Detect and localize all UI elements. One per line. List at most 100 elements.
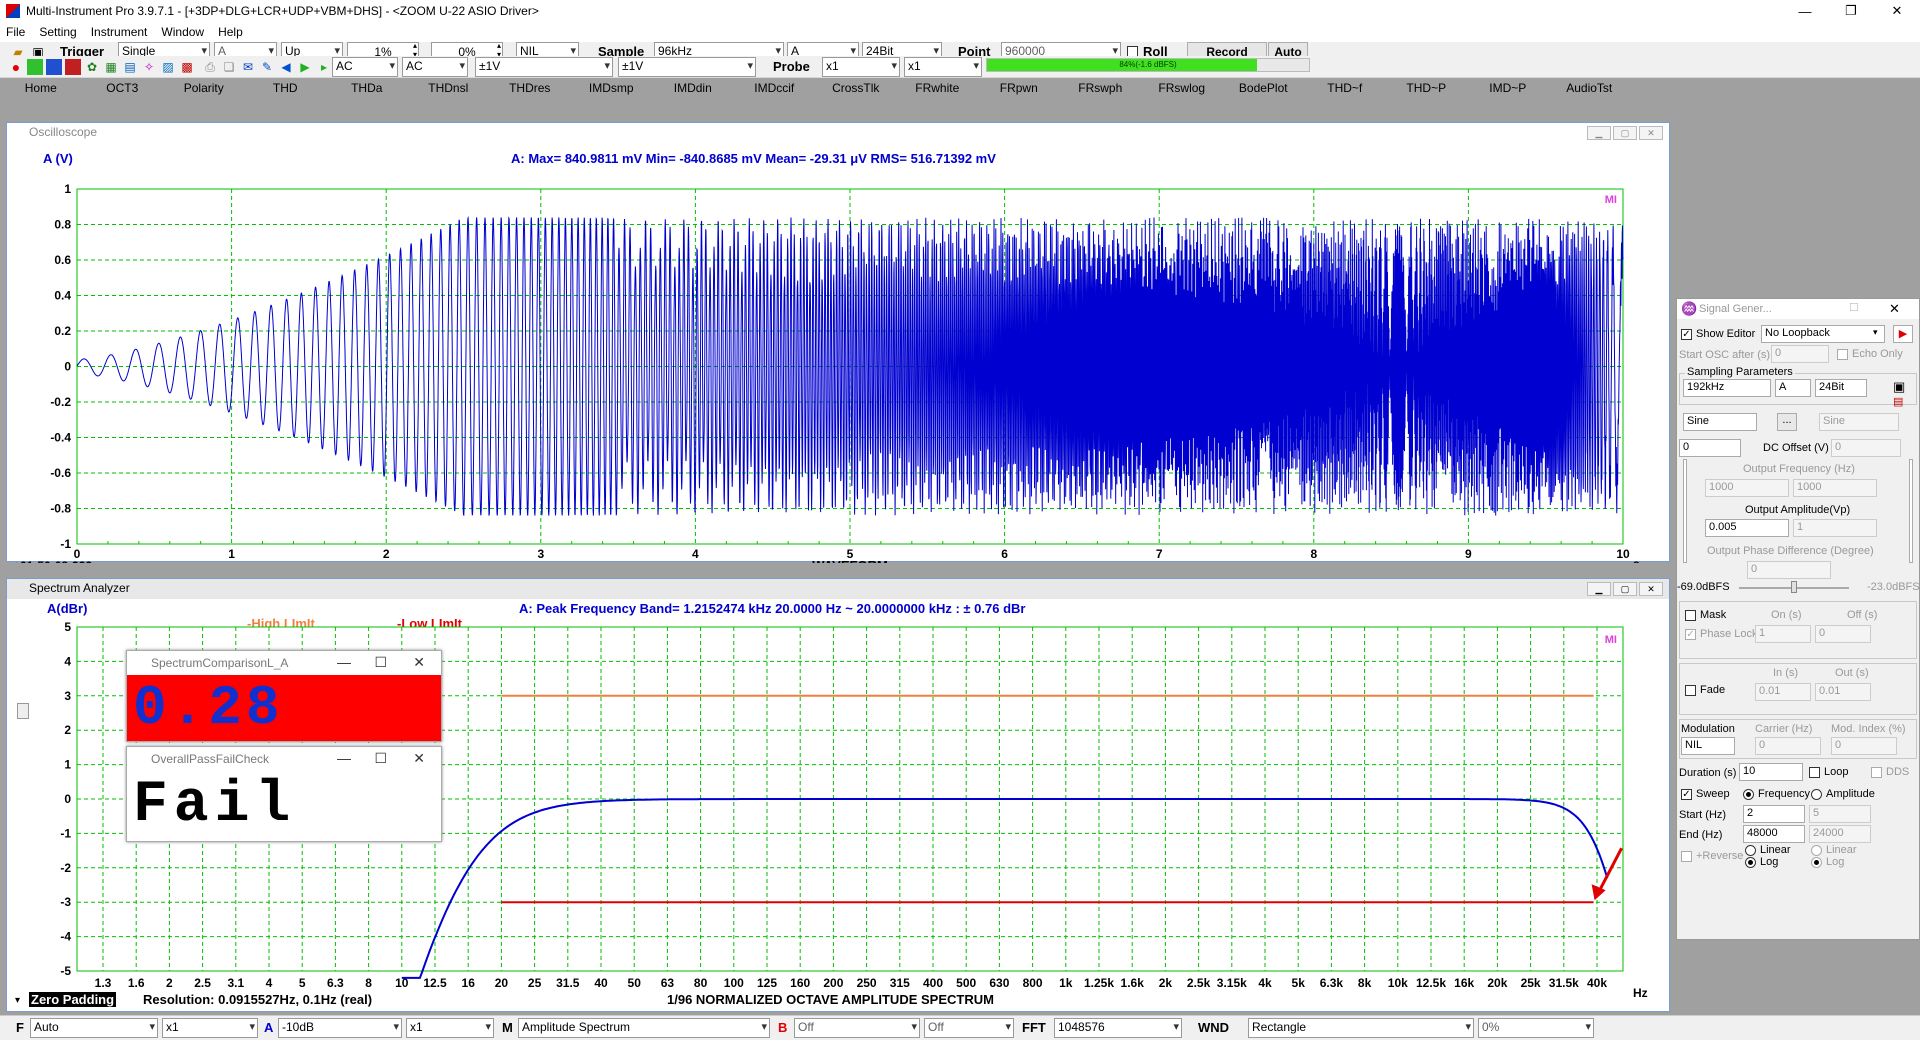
mask-off-input[interactable]: 0 [1815, 625, 1871, 643]
minimize-button[interactable]: — [1782, 0, 1828, 22]
step-icon[interactable]: ▸ [316, 59, 332, 75]
tab-frswlog[interactable]: FRswlog [1141, 78, 1223, 98]
sweep-frequency-radio[interactable] [1743, 789, 1754, 800]
fade-in-input[interactable]: 0.01 [1755, 683, 1811, 701]
counter-icon[interactable]: ✧ [141, 59, 157, 75]
b-select[interactable]: Off [794, 1018, 920, 1038]
tab-frpwn[interactable]: FRpwn [978, 78, 1060, 98]
tab-home[interactable]: Home [0, 78, 82, 98]
dmm-icon[interactable]: ▤ [122, 59, 138, 75]
overlap-select[interactable]: 0% [1478, 1018, 1594, 1038]
amplitude-a-slider[interactable] [1683, 459, 1687, 563]
restore-button[interactable]: ❐ [1828, 0, 1874, 22]
modulation-select[interactable]: NIL [1681, 737, 1735, 755]
siggen-maximize-icon[interactable]: ☐ [1849, 301, 1859, 314]
osc-close-button[interactable]: ✕ [1639, 126, 1663, 140]
waveform-a-select[interactable]: Sine [1683, 413, 1757, 431]
range-b-select[interactable]: ±1V [618, 57, 756, 77]
copy-icon[interactable]: ❏ [221, 59, 237, 75]
loop-checkbox[interactable] [1809, 767, 1820, 778]
f-auto-select[interactable]: Auto [30, 1018, 158, 1038]
dc-offset-a-input[interactable]: 0 [1679, 439, 1741, 457]
spec-scroll-down-icon[interactable]: ▾ [15, 995, 20, 1006]
oscilloscope-plot[interactable]: 10.80.60.40.20-0.2-0.4-0.6-0.8-10 1 2 3 4 5 6 7… [7, 163, 1669, 563]
siggen-close-icon[interactable]: ✕ [1889, 301, 1900, 317]
spec-close-button[interactable]: ✕ [1639, 582, 1663, 596]
menu-setting[interactable]: Setting [39, 25, 76, 39]
siggen-play-button[interactable]: ▶ [1893, 325, 1913, 343]
log-b-radio[interactable] [1811, 857, 1822, 868]
mask-on-input[interactable]: 1 [1755, 625, 1811, 643]
waveform-editor-button[interactable]: ... [1777, 413, 1797, 431]
tab-imddin[interactable]: IMDdin [652, 78, 734, 98]
tab-frswph[interactable]: FRswph [1060, 78, 1142, 98]
spec-minimize-button[interactable]: ▁ [1587, 582, 1611, 596]
mask-checkbox[interactable] [1685, 610, 1696, 621]
tab-crosstlk[interactable]: CrossTlk [815, 78, 897, 98]
tab-audiotst[interactable]: AudioTst [1549, 78, 1631, 98]
wrench-icon[interactable]: ✎ [259, 59, 275, 75]
fft-size-select[interactable]: 1048576 [1054, 1018, 1182, 1038]
oscilloscope-icon[interactable] [27, 59, 43, 75]
spectrum-icon[interactable] [46, 59, 62, 75]
menu-help[interactable]: Help [218, 25, 243, 39]
end-hz-input[interactable]: 48000 [1743, 825, 1805, 843]
tab-thd-f[interactable]: THD~f [1304, 78, 1386, 98]
a-mult-select[interactable]: x1 [406, 1018, 494, 1038]
close-button[interactable]: ✕ [1874, 0, 1920, 22]
device-test-icon[interactable]: ▩ [179, 59, 195, 75]
tab-imdccif[interactable]: IMDccif [734, 78, 816, 98]
tab-thda[interactable]: THDa [326, 78, 408, 98]
reverse-checkbox[interactable] [1681, 851, 1692, 862]
comparison-minimize-icon[interactable]: — [337, 654, 351, 670]
osc-maximize-button[interactable]: ▢ [1613, 126, 1637, 140]
zero-padding-label[interactable]: Zero Padding [29, 992, 117, 1007]
mod-index-input[interactable]: 0 [1831, 737, 1897, 755]
meter-icon[interactable]: ▨ [160, 59, 176, 75]
record-dot-icon[interactable]: ● [8, 59, 24, 75]
probe-a-select[interactable]: x1 [822, 57, 900, 77]
tab-thdnsl[interactable]: THDnsl [408, 78, 490, 98]
linear-b-radio[interactable] [1811, 845, 1822, 856]
waveform-b-select[interactable]: Sine [1819, 413, 1899, 431]
tab-oct3[interactable]: OCT3 [82, 78, 164, 98]
a-scale-select[interactable]: -10dB [278, 1018, 402, 1038]
siggen-save-icon[interactable]: ▣ [1893, 379, 1905, 395]
start-osc-input[interactable]: 0 [1771, 345, 1829, 363]
dds-checkbox[interactable] [1871, 767, 1882, 778]
siggen-rate-select[interactable]: 192kHz [1683, 379, 1771, 397]
menu-instrument[interactable]: Instrument [91, 25, 148, 39]
echo-only-checkbox[interactable] [1837, 349, 1848, 360]
phase-slider-thumb[interactable] [1791, 581, 1797, 593]
tab-thd-p[interactable]: THD~P [1386, 78, 1468, 98]
window-select[interactable]: Rectangle [1248, 1018, 1474, 1038]
passfail-minimize-icon[interactable]: — [337, 750, 351, 766]
tab-bodeplot[interactable]: BodePlot [1223, 78, 1305, 98]
play-icon[interactable]: ▶ [297, 59, 313, 75]
spec-scroll-thumb[interactable] [17, 703, 29, 719]
b-mult-select[interactable]: Off [924, 1018, 1014, 1038]
sweep-amplitude-radio[interactable] [1811, 789, 1822, 800]
carrier-input[interactable]: 0 [1755, 737, 1821, 755]
loopback-select[interactable]: No Loopback [1761, 325, 1885, 343]
range-a-select[interactable]: ±1V [475, 57, 613, 77]
tab-imdsmp[interactable]: IMDsmp [571, 78, 653, 98]
comparison-maximize-icon[interactable]: ☐ [374, 654, 387, 671]
printer-icon[interactable]: ⎙ [202, 59, 218, 75]
phase-lock-checkbox[interactable]: ✓ [1685, 629, 1696, 640]
siggen-sweep-icon[interactable]: ▤ [1893, 395, 1903, 408]
tab-frwhite[interactable]: FRwhite [897, 78, 979, 98]
log-radio[interactable] [1745, 857, 1756, 868]
frequency-b-input[interactable]: 1000 [1793, 479, 1877, 497]
spectrogram-icon[interactable] [65, 59, 81, 75]
siggen-channel-select[interactable]: A [1775, 379, 1811, 397]
comparison-close-icon[interactable]: ✕ [413, 654, 425, 671]
tab-polarity[interactable]: Polarity [163, 78, 245, 98]
dds-icon[interactable]: ▦ [103, 59, 119, 75]
menu-window[interactable]: Window [161, 25, 204, 39]
dc-offset-b-input[interactable]: 0 [1831, 439, 1901, 457]
tab-imd-p[interactable]: IMD~P [1467, 78, 1549, 98]
sweep-checkbox[interactable]: ✓ [1681, 789, 1692, 800]
speaker-icon[interactable]: ◀ [278, 59, 294, 75]
show-editor-checkbox[interactable]: ✓ [1681, 329, 1692, 340]
